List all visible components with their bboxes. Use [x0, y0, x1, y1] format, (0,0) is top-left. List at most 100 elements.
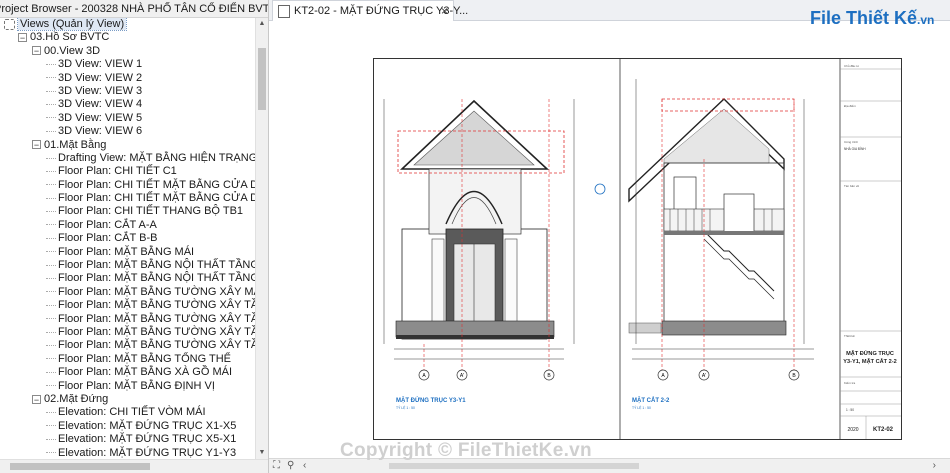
- tree-item[interactable]: Floor Plan: CẮT A-A: [0, 219, 255, 232]
- tree-connector: [46, 251, 56, 253]
- tree-item-label: Floor Plan: MẶT BẰNG NỘI THẤT TẦNG LỬNG: [58, 259, 255, 272]
- tb-scale: 1 : 50: [846, 408, 854, 412]
- tree-connector: [46, 318, 56, 320]
- tree-connector: [46, 130, 56, 132]
- drawing-area[interactable]: KT2-02 - MẶT ĐỨNG TRỤC Y3-Y... × Chủ đầu…: [269, 0, 950, 473]
- tree-item[interactable]: Floor Plan: CHI TIẾT THANG BỘ TB1: [0, 205, 255, 218]
- views-icon: [4, 18, 15, 30]
- tree-item[interactable]: Floor Plan: CHI TIẾT MẶT BẰNG CỬA D2: [0, 192, 255, 205]
- tree-item[interactable]: Floor Plan: MẶT BẰNG MÁI: [0, 246, 255, 259]
- elevation-view-y3-y1[interactable]: A A' B MẶT ĐỨNG TRỤC Y3-Y1 TỶ LỆ 1 : 50: [383, 99, 606, 410]
- tree-item-label: Floor Plan: CHI TIẾT MẶT BẰNG CỬA D1: [58, 178, 255, 191]
- tree-item[interactable]: 3D View: VIEW 6: [0, 125, 255, 138]
- tree-item[interactable]: −01.Mặt Bằng: [0, 139, 255, 152]
- project-browser-title: Project Browser - 200328 NHÀ PHỐ TÂN CỔ …: [0, 3, 268, 15]
- tree-item[interactable]: −00.View 3D: [0, 45, 255, 58]
- collapse-toggle-icon[interactable]: −: [32, 140, 41, 150]
- tb-field-6: Kiểm tra: [844, 381, 856, 385]
- site-logo: File Thiết Kế.vn: [810, 8, 934, 29]
- grid-label: A': [702, 373, 706, 379]
- tree-item-label: 03.Hồ Sơ BVTC: [30, 31, 110, 44]
- collapse-toggle-icon[interactable]: −: [32, 394, 41, 404]
- tree-item-label: 01.Mặt Bằng: [44, 138, 107, 151]
- tree-item[interactable]: 3D View: VIEW 3: [0, 85, 255, 98]
- tab-sheet-kt2-02[interactable]: KT2-02 - MẶT ĐỨNG TRỤC Y3-Y... ×: [272, 0, 468, 21]
- tb-field-3: Công trình: [844, 140, 858, 144]
- sheet-drawing: Chủ đầu tư Địa điểm Công trình NHÀ GIA Đ…: [383, 59, 901, 439]
- tree-item[interactable]: Floor Plan: MẶT BẰNG TƯỜNG XÂY MÁI: [0, 286, 255, 299]
- tree-item[interactable]: Floor Plan: MẶT BẰNG XÀ GỒ MÁI: [0, 366, 255, 379]
- tree-item-label: Floor Plan: CHI TIẾT THANG BỘ TB1: [58, 205, 244, 218]
- tree-connector: [46, 358, 56, 360]
- view-title-left: MẶT ĐỨNG TRỤC Y3-Y1: [396, 397, 466, 404]
- tree-item[interactable]: 3D View: VIEW 1: [0, 58, 255, 71]
- scroll-left-icon[interactable]: ‹: [303, 460, 306, 471]
- tb-sheet-name-line2: Y3-Y1, MẶT CẮT 2-2: [843, 357, 896, 365]
- view-scale-left: TỶ LỆ 1 : 50: [396, 405, 415, 410]
- tree-item[interactable]: Drafting View: MẶT BẰNG HIỆN TRẠNG: [0, 152, 255, 165]
- tb-field-2: Địa điểm: [844, 104, 856, 108]
- tree-item-label: Elevation: MẶT ĐỨNG TRỤC X1-X5: [58, 419, 237, 432]
- collapse-toggle-icon[interactable]: −: [32, 46, 41, 56]
- tree-item-label: Floor Plan: MẶT BẰNG TƯỜNG XÂY MÁI: [58, 285, 255, 298]
- tree-item[interactable]: 3D View: VIEW 5: [0, 112, 255, 125]
- scroll-down-icon[interactable]: ▼: [256, 447, 268, 459]
- vertical-scrollbar[interactable]: ▲ ▼: [255, 18, 268, 459]
- tree-item[interactable]: Floor Plan: MẶT BẰNG TƯỜNG XÂY TẦNG TRỆT…: [0, 339, 255, 352]
- tree-item[interactable]: Floor Plan: CHI TIẾT MẶT BẰNG CỬA D1: [0, 179, 255, 192]
- pin-icon[interactable]: ⚲: [287, 460, 294, 471]
- tree-connector: [46, 184, 56, 186]
- tree-item[interactable]: 3D View: VIEW 2: [0, 72, 255, 85]
- tree-connector: [46, 291, 56, 293]
- tree-item[interactable]: 3D View: VIEW 4: [0, 98, 255, 111]
- tree-item[interactable]: Elevation: MẶT ĐỨNG TRỤC X1-X5: [0, 420, 255, 433]
- tree-connector: [46, 331, 56, 333]
- collapse-toggle-icon[interactable]: −: [18, 32, 27, 42]
- scroll-right-icon[interactable]: ›: [933, 460, 936, 471]
- tree-item-label: Floor Plan: MẶT BẰNG TƯỜNG XÂY TẦNG 4: [58, 299, 255, 312]
- tree-connector: [46, 157, 56, 159]
- tree-item-label: Floor Plan: MẶT BẰNG TƯỜNG XÂY TẦNG TRỆT…: [58, 339, 255, 352]
- section-view-2-2[interactable]: A A' B MẶT CẮT 2-2 TỶ LỆ 1 : 50: [628, 79, 814, 410]
- tree-item[interactable]: Floor Plan: CHI TIẾT C1: [0, 165, 255, 178]
- scrollbar-thumb[interactable]: [258, 48, 266, 110]
- tree-item-label: Floor Plan: CHI TIẾT C1: [58, 165, 177, 178]
- tree-item-label: Elevation: MẶT ĐỨNG TRỤC X5-X1: [58, 433, 237, 446]
- tb-field-5: Thiết kế: [844, 334, 855, 338]
- tree-item[interactable]: Floor Plan: MẶT BẰNG NỘI THẤT TẦNG TRỆT: [0, 272, 255, 285]
- tree-item[interactable]: Elevation: MẶT ĐỨNG TRỤC Y1-Y3: [0, 447, 255, 460]
- drawing-sheet[interactable]: Chủ đầu tư Địa điểm Công trình NHÀ GIA Đ…: [373, 58, 902, 440]
- tree-item[interactable]: Floor Plan: MẶT BẰNG TƯỜNG XÂY TẦNG LỬNG: [0, 313, 255, 326]
- view-control-icon[interactable]: ⛶: [273, 460, 280, 471]
- tree-item-label: Floor Plan: CẮT B-B: [58, 232, 158, 245]
- tree-item-label: Floor Plan: CHI TIẾT MẶT BẰNG CỬA D2: [58, 192, 255, 205]
- tree-connector: [46, 197, 56, 199]
- tree-item-label: Drafting View: MẶT BẰNG HIỆN TRẠNG: [58, 151, 255, 164]
- horizontal-scroll-thumb[interactable]: [389, 463, 639, 469]
- tree-item-label: 3D View: VIEW 4: [58, 98, 143, 111]
- view-title-right: MẶT CẮT 2-2: [632, 396, 670, 404]
- tree-item[interactable]: Floor Plan: CẮT B-B: [0, 232, 255, 245]
- tree-item-label: Floor Plan: MẶT BẰNG ĐỊNH VỊ: [58, 379, 215, 392]
- tree-item[interactable]: −02.Mặt Đứng: [0, 393, 255, 406]
- tree-connector: [46, 90, 56, 92]
- tree-item-label: Views (Quản lý View): [16, 18, 128, 31]
- tree-item[interactable]: Floor Plan: MẶT BẰNG TƯỜNG XÂY TẦNG 4: [0, 299, 255, 312]
- tree-item[interactable]: −03.Hồ Sơ BVTC: [0, 31, 255, 44]
- scrollbar-thumb-horizontal[interactable]: [10, 463, 150, 470]
- tree-item[interactable]: Elevation: MẶT ĐỨNG TRỤC X5-X1: [0, 433, 255, 446]
- tree-item[interactable]: Floor Plan: MẶT BẰNG NỘI THẤT TẦNG LỬNG: [0, 259, 255, 272]
- tree-item[interactable]: Views (Quản lý View): [0, 18, 255, 31]
- tree-item[interactable]: Elevation: CHI TIẾT VÒM MÁI: [0, 406, 255, 419]
- close-tab-icon[interactable]: ×: [441, 1, 448, 21]
- tree-item[interactable]: Floor Plan: MẶT BẰNG ĐỊNH VỊ: [0, 380, 255, 393]
- tree-item[interactable]: Floor Plan: MẶT BẰNG TỔNG THỂ: [0, 353, 255, 366]
- tree-connector: [46, 452, 56, 454]
- project-browser-titlebar: Project Browser - 200328 NHÀ PHỐ TÂN CỔ …: [0, 0, 268, 18]
- tree-item[interactable]: Floor Plan: MẶT BẰNG TƯỜNG XÂY TẦNG TRỆT: [0, 326, 255, 339]
- tree-connector: [46, 411, 56, 413]
- tree-item-label: 3D View: VIEW 5: [58, 111, 143, 124]
- project-browser-tree: Views (Quản lý View) −03.Hồ Sơ BVTC −00.Vi…: [0, 18, 255, 459]
- horizontal-scrollbar[interactable]: [0, 459, 268, 473]
- scroll-up-icon[interactable]: ▲: [256, 18, 268, 30]
